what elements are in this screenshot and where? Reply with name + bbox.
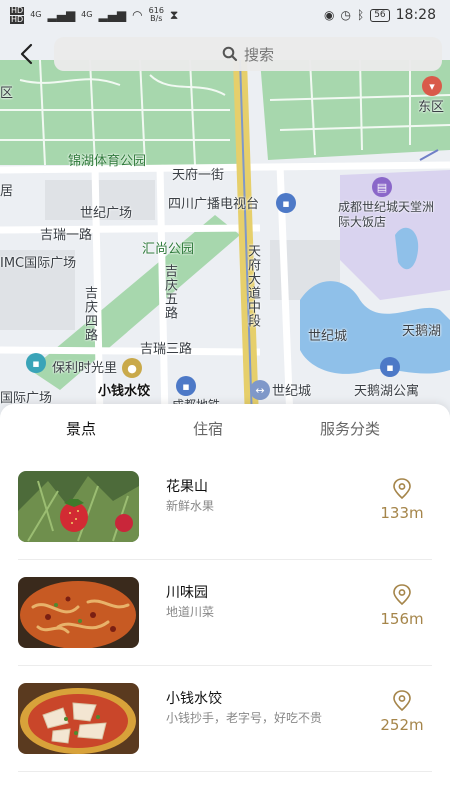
bluetooth-icon: ᛒ (356, 8, 365, 22)
place-name: 川味园 (166, 585, 208, 601)
sim1-badge: HD (10, 5, 25, 15)
map-label: 世纪城 (272, 384, 312, 399)
tv-station-icon[interactable]: ▪ (276, 193, 296, 213)
map-label: 居 (0, 184, 14, 199)
place-thumbnail (18, 577, 139, 648)
back-button[interactable] (10, 38, 42, 70)
map-label: 区 (0, 86, 14, 101)
list-item[interactable]: 小钱水饺 小钱抄手，老字号，好吃不贵 252m (18, 666, 432, 772)
alarm-icon: ◷ (340, 8, 351, 22)
map-label: 吉瑞三路 (140, 342, 193, 357)
restaurant-icon[interactable]: ▾ (422, 76, 442, 96)
clock: 18:28 (395, 7, 436, 23)
network-type: 4G (30, 10, 42, 19)
list-item[interactable]: 川味园 地道川菜 156m (18, 560, 432, 666)
chevron-left-icon (20, 43, 33, 65)
distance-block: 133m (372, 478, 432, 522)
location-pin-icon[interactable]: ● (122, 358, 142, 378)
map-label: 世纪城 (308, 329, 348, 344)
map-label: 吉瑞一路 (40, 228, 93, 243)
map-label: 锦湖体育公园 (68, 154, 147, 169)
eye-icon: ◉ (324, 8, 335, 22)
place-description: 小钱抄手，老字号，好吃不贵 (166, 711, 323, 725)
tab-lodging[interactable]: 住宿 (193, 418, 223, 439)
building-icon[interactable]: ▪ (176, 376, 196, 396)
top-bar: 搜索 (0, 30, 450, 78)
signal-icon: ▂▄▆ (98, 8, 127, 22)
hourglass-icon: ⧗ (169, 7, 179, 22)
map-label: 世纪广场 (80, 206, 133, 221)
metro-icon[interactable]: ↔ (250, 380, 270, 400)
wifi-icon: ◠ (132, 8, 143, 22)
map-label: 吉庆五路 (162, 264, 177, 320)
tab-service-category[interactable]: 服务分类 (320, 418, 380, 439)
place-name: 小钱水饺 (166, 691, 222, 707)
place-thumbnail (18, 471, 139, 542)
map-label: 汇尚公园 (142, 242, 195, 257)
map-label: IMC国际广场 (0, 256, 77, 271)
place-list: 花果山 新鲜水果 133m 川味园 地道川菜 156m 小钱水饺 小钱抄手，老字… (0, 454, 450, 772)
search-icon (222, 46, 238, 62)
distance-block: 156m (372, 584, 432, 628)
place-description: 新鲜水果 (166, 499, 215, 513)
battery-icon: 56 (370, 8, 390, 22)
signal-icon: ▂▄▆ (47, 8, 76, 22)
category-tabs: 景点 住宿 服务分类 (0, 404, 450, 450)
shop-icon[interactable]: ▪ (26, 353, 46, 373)
location-pin-icon (393, 690, 411, 712)
tab-scenic[interactable]: 景点 (66, 418, 96, 439)
net-speed-unit: B/s (150, 14, 163, 23)
place-thumbnail (18, 683, 139, 754)
map-label: 天府一街 (172, 168, 225, 183)
search-input[interactable]: 搜索 (54, 37, 442, 71)
apartment-icon[interactable]: ▪ (380, 357, 400, 377)
map-label: 东区 (418, 100, 445, 115)
distance-value: 252m (380, 716, 424, 734)
status-bar: HD HD 4G ▂▄▆ 4G ▂▄▆ ◠ 616 B/s ⧗ ◉ ◷ ᛒ 56… (0, 0, 450, 30)
list-item[interactable]: 花果山 新鲜水果 133m (18, 454, 432, 560)
sim2-badge: HD (10, 14, 25, 24)
network-type: 4G (81, 10, 93, 19)
location-pin-icon (393, 584, 411, 606)
distance-value: 156m (380, 610, 424, 628)
distance-value: 133m (380, 504, 424, 522)
distance-block: 252m (372, 690, 432, 734)
map-label: 吉庆四路 (82, 286, 97, 342)
map-label: 保利时光里 (52, 361, 118, 376)
location-pin-icon (393, 478, 411, 500)
place-description: 地道川菜 (166, 605, 215, 619)
map-label-shop: 小钱水饺 (98, 384, 151, 399)
map-label: 成都世纪城天堂洲际大饭店 (338, 200, 435, 229)
place-name: 花果山 (166, 479, 208, 495)
search-placeholder: 搜索 (243, 45, 274, 64)
map-label: 天鹅湖公寓 (354, 384, 420, 399)
map-label: 天鹅湖 (402, 324, 442, 339)
hotel-icon[interactable]: ▤ (372, 177, 392, 197)
map-label: 天府大道中段 (245, 244, 260, 328)
bottom-sheet: 景点 住宿 服务分类 花果山 新鲜水果 133m 川味园 地道川菜 156m 小… (0, 404, 450, 800)
map-label: 四川广播电视台 (168, 197, 260, 212)
